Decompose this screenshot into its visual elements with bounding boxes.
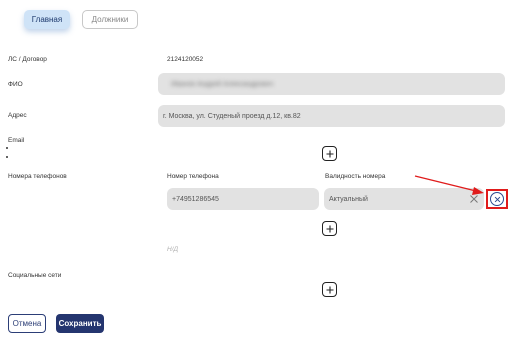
list-dot: [6, 156, 8, 158]
save-button[interactable]: Сохранить: [56, 314, 104, 333]
fio-label: ФИО: [8, 81, 23, 88]
clear-icon[interactable]: [469, 194, 479, 204]
add-phone-button[interactable]: [322, 221, 337, 236]
phone-validity-select[interactable]: Актуальный: [324, 188, 484, 210]
phone-validity-header: Валидность номера: [325, 173, 386, 180]
tab-debtors[interactable]: Должники: [82, 10, 138, 29]
social-label: Социальные сети: [8, 272, 62, 279]
tab-main[interactable]: Главная: [24, 10, 70, 29]
add-email-button[interactable]: [322, 146, 337, 161]
address-label: Адрес: [8, 112, 27, 119]
add-social-button[interactable]: [322, 282, 337, 297]
phone-number-input[interactable]: +74951286545: [167, 188, 319, 210]
address-value: г. Москва, ул. Студеный проезд д.12, кв.…: [163, 112, 301, 120]
plus-icon: [326, 286, 333, 293]
phones-label: Номера телефонов: [8, 173, 67, 180]
account-value: 2124120052: [167, 56, 204, 63]
remove-circle-x-icon: [490, 192, 504, 206]
email-label: Email: [8, 137, 25, 144]
na-text: Н/Д: [167, 246, 179, 253]
plus-icon: [326, 225, 333, 232]
remove-phone-button[interactable]: [486, 189, 508, 209]
list-dot: [6, 147, 8, 149]
annotation-arrow: [414, 175, 484, 195]
address-field[interactable]: г. Москва, ул. Студеный проезд д.12, кв.…: [158, 105, 505, 127]
cancel-button[interactable]: Отмена: [8, 314, 46, 333]
fio-field[interactable]: Иванов Андрей Александрович: [158, 73, 505, 95]
plus-icon: [326, 150, 333, 157]
phone-number-value: +74951286545: [172, 195, 219, 203]
phone-number-header: Номер телефона: [167, 173, 219, 180]
fio-value: Иванов Андрей Александрович: [171, 80, 274, 88]
phone-validity-value: Актуальный: [329, 195, 368, 203]
account-label: ЛС / Договор: [8, 56, 47, 63]
